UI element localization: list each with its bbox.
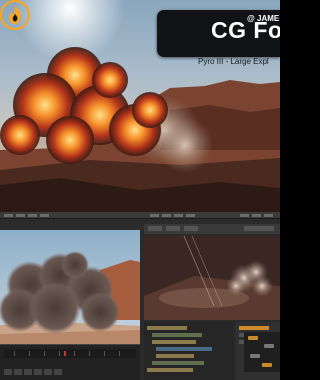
scene-tree-panel[interactable] (144, 322, 234, 380)
hero-render-image: @ JAME CG For Pyro III - Large Expl (0, 0, 280, 212)
timeline-slider[interactable] (4, 349, 136, 358)
houdini-interface (0, 212, 280, 380)
viewport-tabs[interactable] (144, 224, 280, 234)
fire-flame-icon (0, 0, 30, 30)
node-network[interactable] (244, 332, 280, 372)
dust-cloud-viewport[interactable] (144, 236, 280, 320)
playback-controls[interactable] (4, 362, 136, 375)
menu-bar (0, 212, 280, 219)
brand-title: CG For (211, 17, 280, 43)
tutorial-subtitle: Pyro III - Large Expl (198, 57, 269, 66)
smoke-plume-viewport[interactable] (0, 230, 140, 344)
